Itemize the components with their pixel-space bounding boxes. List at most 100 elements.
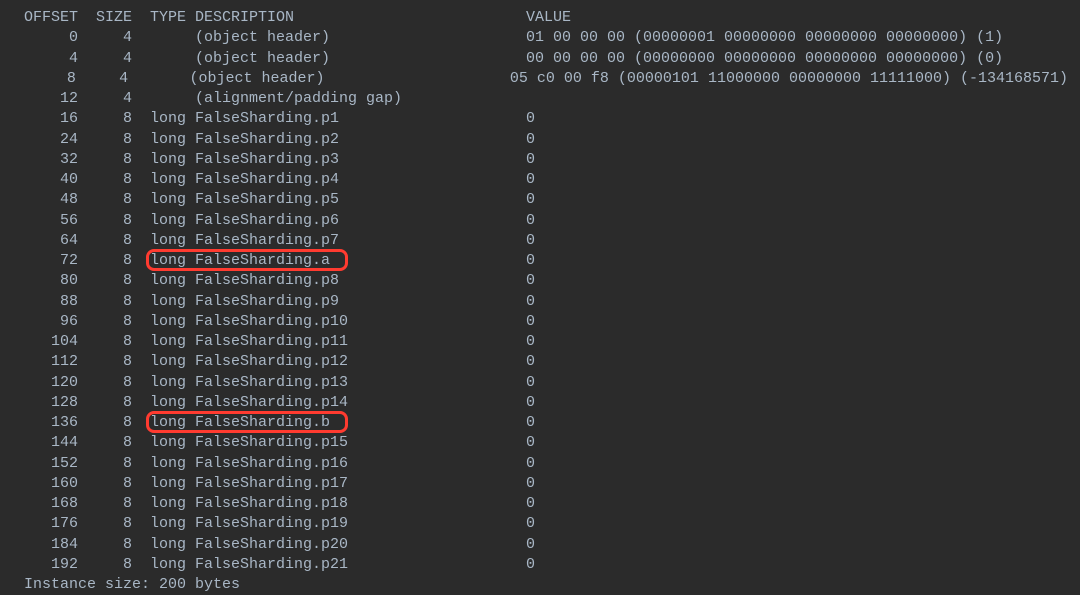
cell-type: long (132, 535, 186, 555)
cell-offset: 0 (12, 28, 78, 48)
cell-offset: 168 (12, 494, 78, 514)
cell-size: 8 (78, 393, 132, 413)
cell-value: 0 (526, 271, 1068, 291)
cell-description: FalseSharding.p21 (186, 555, 526, 575)
cell-type (132, 28, 186, 48)
cell-size: 8 (78, 130, 132, 150)
cell-size: 8 (78, 292, 132, 312)
cell-value: 0 (526, 312, 1068, 332)
cell-size: 8 (78, 190, 132, 210)
cell-size: 8 (78, 474, 132, 494)
header-description: DESCRIPTION (186, 8, 526, 28)
cell-description: (object header) (186, 49, 526, 69)
cell-description: FalseSharding.a (186, 251, 526, 271)
cell-type: long (132, 332, 186, 352)
table-row: 1288longFalseSharding.p140 (12, 393, 1068, 413)
cell-type: long (132, 170, 186, 190)
cell-type (128, 69, 180, 89)
table-row: 328longFalseSharding.p30 (12, 150, 1068, 170)
cell-size: 8 (78, 454, 132, 474)
cell-type: long (132, 393, 186, 413)
cell-type: long (132, 555, 186, 575)
table-row: 1608longFalseSharding.p170 (12, 474, 1068, 494)
table-row: 808longFalseSharding.p80 (12, 271, 1068, 291)
cell-value: 0 (526, 454, 1068, 474)
cell-offset: 128 (12, 393, 78, 413)
cell-offset: 12 (12, 89, 78, 109)
header-size: SIZE (78, 8, 132, 28)
cell-size: 8 (78, 352, 132, 372)
cell-type: long (132, 352, 186, 372)
cell-value: 0 (526, 514, 1068, 534)
cell-size: 4 (76, 69, 128, 89)
cell-offset: 88 (12, 292, 78, 312)
table-row: 408longFalseSharding.p40 (12, 170, 1068, 190)
cell-value: 0 (526, 170, 1068, 190)
cell-size: 8 (78, 211, 132, 231)
cell-description: FalseSharding.p1 (186, 109, 526, 129)
cell-offset: 4 (12, 49, 78, 69)
cell-offset: 56 (12, 211, 78, 231)
cell-size: 8 (78, 413, 132, 433)
table-row: 568longFalseSharding.p60 (12, 211, 1068, 231)
cell-value: 0 (526, 413, 1068, 433)
cell-value: 0 (526, 433, 1068, 453)
cell-description: FalseSharding.p8 (186, 271, 526, 291)
cell-offset: 80 (12, 271, 78, 291)
cell-description: (alignment/padding gap) (186, 89, 526, 109)
cell-size: 8 (78, 514, 132, 534)
cell-value: 01 00 00 00 (00000001 00000000 00000000 … (526, 28, 1068, 48)
cell-value: 0 (526, 393, 1068, 413)
cell-value (526, 89, 1068, 109)
cell-size: 4 (78, 28, 132, 48)
cell-description: FalseSharding.p10 (186, 312, 526, 332)
cell-description: FalseSharding.p9 (186, 292, 526, 312)
cell-offset: 24 (12, 130, 78, 150)
cell-size: 8 (78, 494, 132, 514)
cell-offset: 176 (12, 514, 78, 534)
cell-type: long (132, 231, 186, 251)
cell-description: FalseSharding.p18 (186, 494, 526, 514)
cell-type: long (132, 454, 186, 474)
cell-description: FalseSharding.p7 (186, 231, 526, 251)
table-row: 728longFalseSharding.a0 (12, 251, 1068, 271)
cell-type (132, 49, 186, 69)
cell-value: 0 (526, 109, 1068, 129)
cell-value: 0 (526, 494, 1068, 514)
table-header: OFFSET SIZE TYPE DESCRIPTION VALUE (12, 8, 1068, 28)
cell-size: 4 (78, 49, 132, 69)
cell-value: 0 (526, 251, 1068, 271)
cell-offset: 120 (12, 373, 78, 393)
table-row: 1048longFalseSharding.p110 (12, 332, 1068, 352)
table-row: 1848longFalseSharding.p200 (12, 535, 1068, 555)
table-row: 1448longFalseSharding.p150 (12, 433, 1068, 453)
cell-offset: 32 (12, 150, 78, 170)
table-row: 44(object header)00 00 00 00 (00000000 0… (12, 49, 1068, 69)
cell-offset: 8 (12, 69, 76, 89)
table-row: 1128longFalseSharding.p120 (12, 352, 1068, 372)
cell-size: 4 (78, 89, 132, 109)
cell-offset: 136 (12, 413, 78, 433)
cell-size: 8 (78, 150, 132, 170)
table-row: 488longFalseSharding.p50 (12, 190, 1068, 210)
cell-value: 0 (526, 474, 1068, 494)
cell-offset: 48 (12, 190, 78, 210)
cell-size: 8 (78, 109, 132, 129)
table-row: 04 (object header)01 00 00 00 (00000001 0… (12, 28, 1068, 48)
header-offset: OFFSET (12, 8, 78, 28)
cell-description: (object header) (186, 28, 526, 48)
cell-type: long (132, 150, 186, 170)
cell-value: 0 (526, 211, 1068, 231)
cell-description: FalseSharding.p13 (186, 373, 526, 393)
cell-offset: 192 (12, 555, 78, 575)
cell-description: FalseSharding.p14 (186, 393, 526, 413)
header-value: VALUE (526, 8, 1068, 28)
cell-size: 8 (78, 312, 132, 332)
cell-size: 8 (78, 373, 132, 393)
cell-size: 8 (78, 433, 132, 453)
cell-offset: 16 (12, 109, 78, 129)
cell-description: (object header) (180, 69, 509, 89)
cell-size: 8 (78, 535, 132, 555)
cell-value: 0 (526, 231, 1068, 251)
table-row: 248longFalseSharding.p20 (12, 130, 1068, 150)
